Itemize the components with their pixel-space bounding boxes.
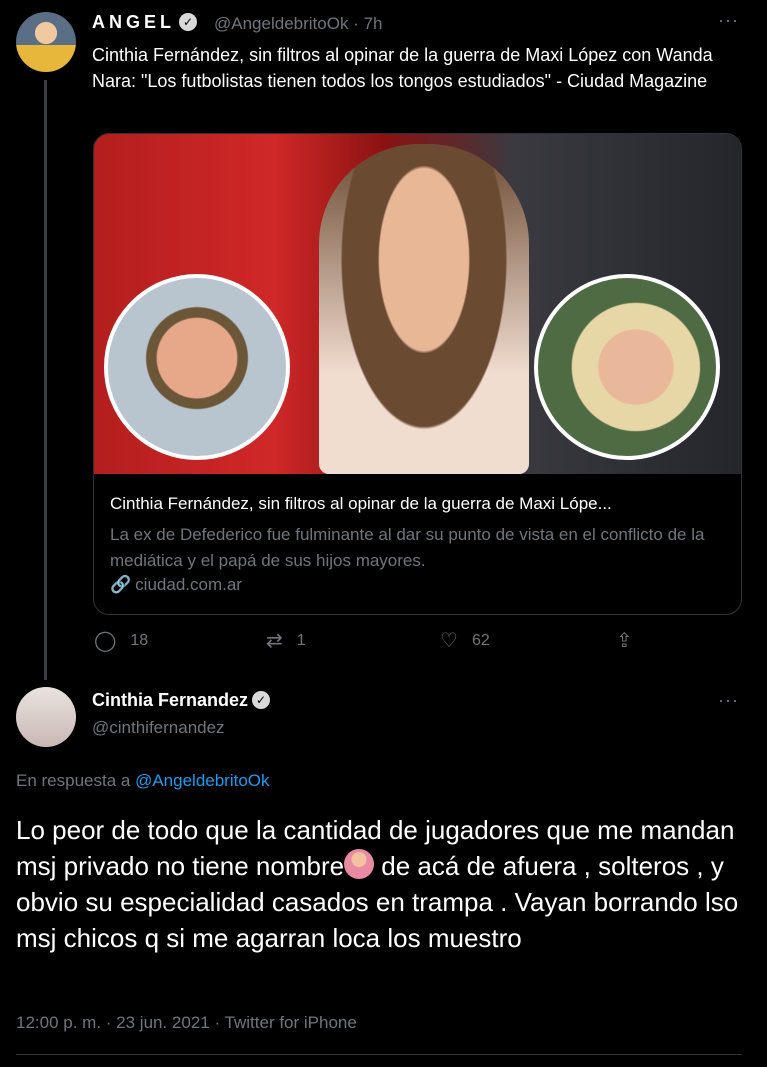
- person-shrugging-emoji-icon: [344, 849, 375, 879]
- more-options-icon[interactable]: ···: [718, 690, 739, 711]
- reply-author-avatar[interactable]: [16, 687, 76, 747]
- author-handle-time: @AngeldebritoOk · 7h: [214, 14, 383, 34]
- link-preview-card[interactable]: Cinthia Fernández, sin filtros al opinar…: [93, 133, 742, 615]
- tweet-time[interactable]: 7h: [364, 14, 383, 33]
- tweet-timestamp-source[interactable]: 12:00 p. m. · 23 jun. 2021 · Twitter for…: [16, 1013, 357, 1033]
- reply-mention-link[interactable]: @AngeldebritoOk: [135, 771, 269, 790]
- reply-action[interactable]: ◯ 18: [94, 628, 148, 653]
- thread-connector: [44, 80, 47, 680]
- card-description: La ex de Defederico fue fulminante al da…: [110, 525, 705, 570]
- card-image-left-portrait: [104, 274, 290, 460]
- reply-tweet-text: Lo peor de todo que la cantidad de jugad…: [16, 812, 751, 956]
- card-domain: 🔗 ciudad.com.ar: [110, 575, 242, 595]
- retweet-count: 1: [296, 632, 306, 649]
- reply-count: 18: [130, 632, 149, 649]
- reply-author-name[interactable]: Cinthia Fernandez ✓: [92, 690, 271, 711]
- author-name-text[interactable]: ANGEL: [92, 12, 175, 32]
- share-action[interactable]: ⇪: [616, 628, 647, 653]
- divider: [16, 1054, 742, 1055]
- share-icon[interactable]: ⇪: [616, 628, 633, 653]
- card-image-center-person: [319, 144, 529, 474]
- like-icon[interactable]: ♡: [440, 628, 458, 653]
- reply-icon[interactable]: ◯: [94, 628, 116, 653]
- card-image: [94, 134, 741, 474]
- reply-author-handle[interactable]: @cinthifernandez: [92, 718, 225, 738]
- reply-context: En respuesta a @AngeldebritoOk: [16, 771, 270, 791]
- retweet-action[interactable]: ⇄ 1: [266, 628, 306, 653]
- card-domain-text: ciudad.com.ar: [135, 575, 242, 594]
- like-count: 62: [471, 632, 490, 649]
- retweet-icon[interactable]: ⇄: [266, 628, 283, 653]
- author-name[interactable]: ANGEL ✓: [92, 12, 197, 33]
- author-handle[interactable]: @AngeldebritoOk: [214, 14, 348, 33]
- like-action[interactable]: ♡ 62: [440, 628, 490, 653]
- card-title: Cinthia Fernández, sin filtros al opinar…: [110, 494, 612, 513]
- reply-author-name-text[interactable]: Cinthia Fernandez: [92, 690, 248, 710]
- card-image-right-portrait: [534, 274, 720, 460]
- verified-badge-icon: ✓: [252, 691, 271, 709]
- tweet-text: Cinthia Fernández, sin filtros al opinar…: [92, 45, 713, 91]
- dot-separator: ·: [353, 14, 359, 33]
- verified-badge-icon: ✓: [179, 13, 197, 31]
- author-avatar[interactable]: [16, 12, 76, 72]
- link-icon: 🔗: [110, 575, 132, 594]
- reply-context-label: En respuesta a: [16, 771, 136, 790]
- more-options-icon[interactable]: ···: [718, 10, 739, 31]
